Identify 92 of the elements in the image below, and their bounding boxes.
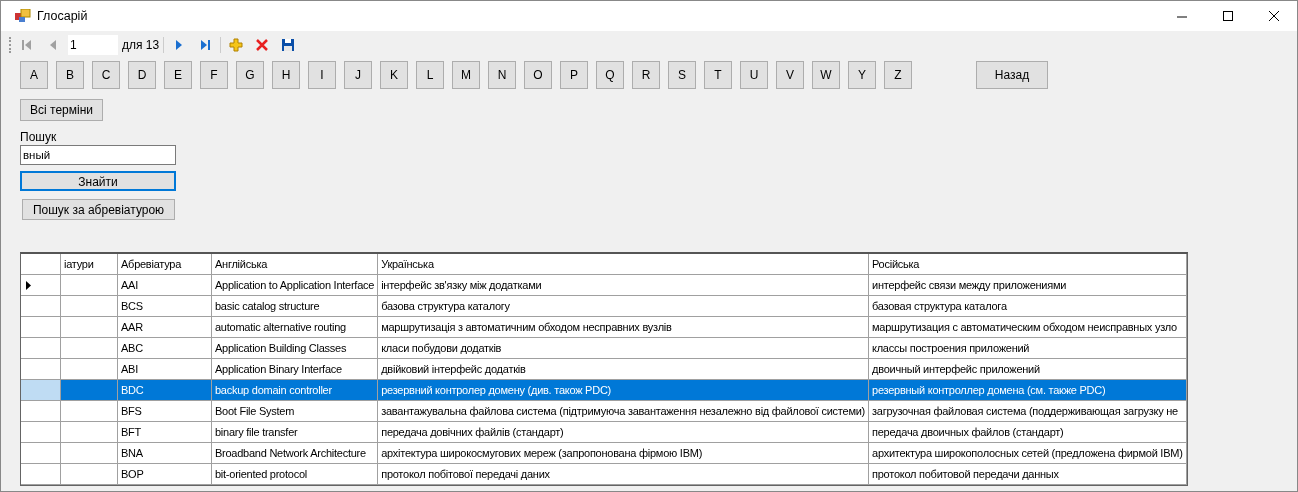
table-cell: Application to Application Interface	[212, 275, 379, 296]
table-cell: BCS	[118, 296, 212, 317]
table-cell: binary file transfer	[212, 422, 379, 443]
table-cell: передача довічних файлів (стандарт)	[378, 422, 869, 443]
table-cell: BDC	[118, 380, 212, 401]
letter-button[interactable]: J	[344, 61, 372, 89]
table-cell: BOP	[118, 464, 212, 485]
table-cell: bit-oriented protocol	[212, 464, 379, 485]
letter-button[interactable]: B	[56, 61, 84, 89]
letter-button[interactable]: A	[20, 61, 48, 89]
search-label: Пошук	[20, 130, 57, 144]
letter-button[interactable]: F	[200, 61, 228, 89]
letter-button[interactable]: I	[308, 61, 336, 89]
table-cell: BFS	[118, 401, 212, 422]
table-cell: загрузочная файловая система (поддерживающая загрузку не	[869, 401, 1187, 422]
letter-button[interactable]: O	[524, 61, 552, 89]
letter-button[interactable]: N	[488, 61, 516, 89]
table-cell: Boot File System	[212, 401, 379, 422]
table-cell: маршрутизація з автоматичним обходом несправних вузлів	[378, 317, 869, 338]
table-cell	[61, 275, 118, 296]
letter-button[interactable]: Z	[884, 61, 912, 89]
letter-button[interactable]: W	[812, 61, 840, 89]
plus-icon[interactable]	[229, 38, 244, 52]
table-cell	[61, 443, 118, 464]
window-title: Глосарій	[37, 7, 88, 25]
table-cell: архитектура широкополосных сетей (предложена фирмой IBM)	[869, 443, 1187, 464]
letter-button[interactable]: Y	[848, 61, 876, 89]
current-row-icon	[26, 280, 31, 290]
table-cell: BFT	[118, 422, 212, 443]
app-icon	[15, 9, 31, 23]
table-cell: базова структура каталогу	[378, 296, 869, 317]
table-cell: передача двоичных файлов (стандарт)	[869, 422, 1187, 443]
table-cell	[61, 401, 118, 422]
maximize-icon[interactable]	[1223, 11, 1233, 21]
table-cell: BNA	[118, 443, 212, 464]
table-cell: basic catalog structure	[212, 296, 379, 317]
save-icon[interactable]	[281, 38, 296, 52]
table-cell	[61, 464, 118, 485]
table-cell	[61, 296, 118, 317]
column-header[interactable]: іатури	[61, 254, 118, 275]
letter-button[interactable]: E	[164, 61, 192, 89]
last-record-icon[interactable]	[198, 38, 213, 52]
table-cell: базовая структура каталога	[869, 296, 1187, 317]
column-header[interactable]: Англійська	[212, 254, 379, 275]
table-cell: Broadband Network Architecture	[212, 443, 379, 464]
table-cell: інтерфейс зв'язку між додатками	[378, 275, 869, 296]
table-cell: ABC	[118, 338, 212, 359]
table-cell: резервный контроллер домена (см. также PDC)	[869, 380, 1187, 401]
letter-button[interactable]: K	[380, 61, 408, 89]
table-cell: backup domain controller	[212, 380, 379, 401]
table-cell	[61, 422, 118, 443]
search-field[interactable]: вный	[20, 145, 176, 165]
all-terms-button[interactable]: Всі терміни	[20, 99, 103, 121]
back-button[interactable]: Назад	[976, 61, 1048, 89]
letter-button[interactable]: M	[452, 61, 480, 89]
row-header[interactable]	[21, 275, 61, 296]
letter-button[interactable]: V	[776, 61, 804, 89]
letter-button[interactable]: C	[92, 61, 120, 89]
letter-button[interactable]: R	[632, 61, 660, 89]
letter-button[interactable]: Q	[596, 61, 624, 89]
column-header[interactable]: Абревіатура	[118, 254, 212, 275]
letter-button[interactable]: T	[704, 61, 732, 89]
table-cell: AAI	[118, 275, 212, 296]
table-cell: протокол побитовой передачи данных	[869, 464, 1187, 485]
table-cell: завантажувальна файлова система (підтримуюча завантаження незалежно від файлової системи)	[378, 401, 869, 422]
column-header[interactable]: Російська	[869, 254, 1187, 275]
find-button[interactable]: Знайти	[20, 171, 176, 191]
table-cell: архітектура широкосмугових мереж (запропонована фірмою IBM)	[378, 443, 869, 464]
table-cell: маршрутизация с автоматическим обходом неисправных узло	[869, 317, 1187, 338]
record-count-label: для 13	[122, 37, 160, 54]
table-cell	[61, 317, 118, 338]
table-cell: классы построения приложений	[869, 338, 1187, 359]
position-field[interactable]: 1	[68, 35, 118, 55]
letter-button[interactable]: P	[560, 61, 588, 89]
letter-button[interactable]: S	[668, 61, 696, 89]
letter-button[interactable]: L	[416, 61, 444, 89]
table-cell: класи побудови додатків	[378, 338, 869, 359]
table-cell: резервний контролер домену (див. також PDC)	[378, 380, 869, 401]
abbreviation-search-button[interactable]: Пошук за абревіатурою	[22, 199, 175, 220]
delete-icon[interactable]	[255, 38, 270, 52]
table-cell: интерфейс связи между приложениями	[869, 275, 1187, 296]
letter-button[interactable]: U	[740, 61, 768, 89]
table-cell: протокол побітової передачі даних	[378, 464, 869, 485]
table-cell: Application Building Classes	[212, 338, 379, 359]
column-header[interactable]: Українська	[378, 254, 869, 275]
letter-button[interactable]: H	[272, 61, 300, 89]
letter-button[interactable]: G	[236, 61, 264, 89]
table-cell: automatic alternative routing	[212, 317, 379, 338]
table-cell: AAR	[118, 317, 212, 338]
table-cell	[61, 338, 118, 359]
close-icon[interactable]	[1269, 11, 1279, 21]
letter-button[interactable]: D	[128, 61, 156, 89]
